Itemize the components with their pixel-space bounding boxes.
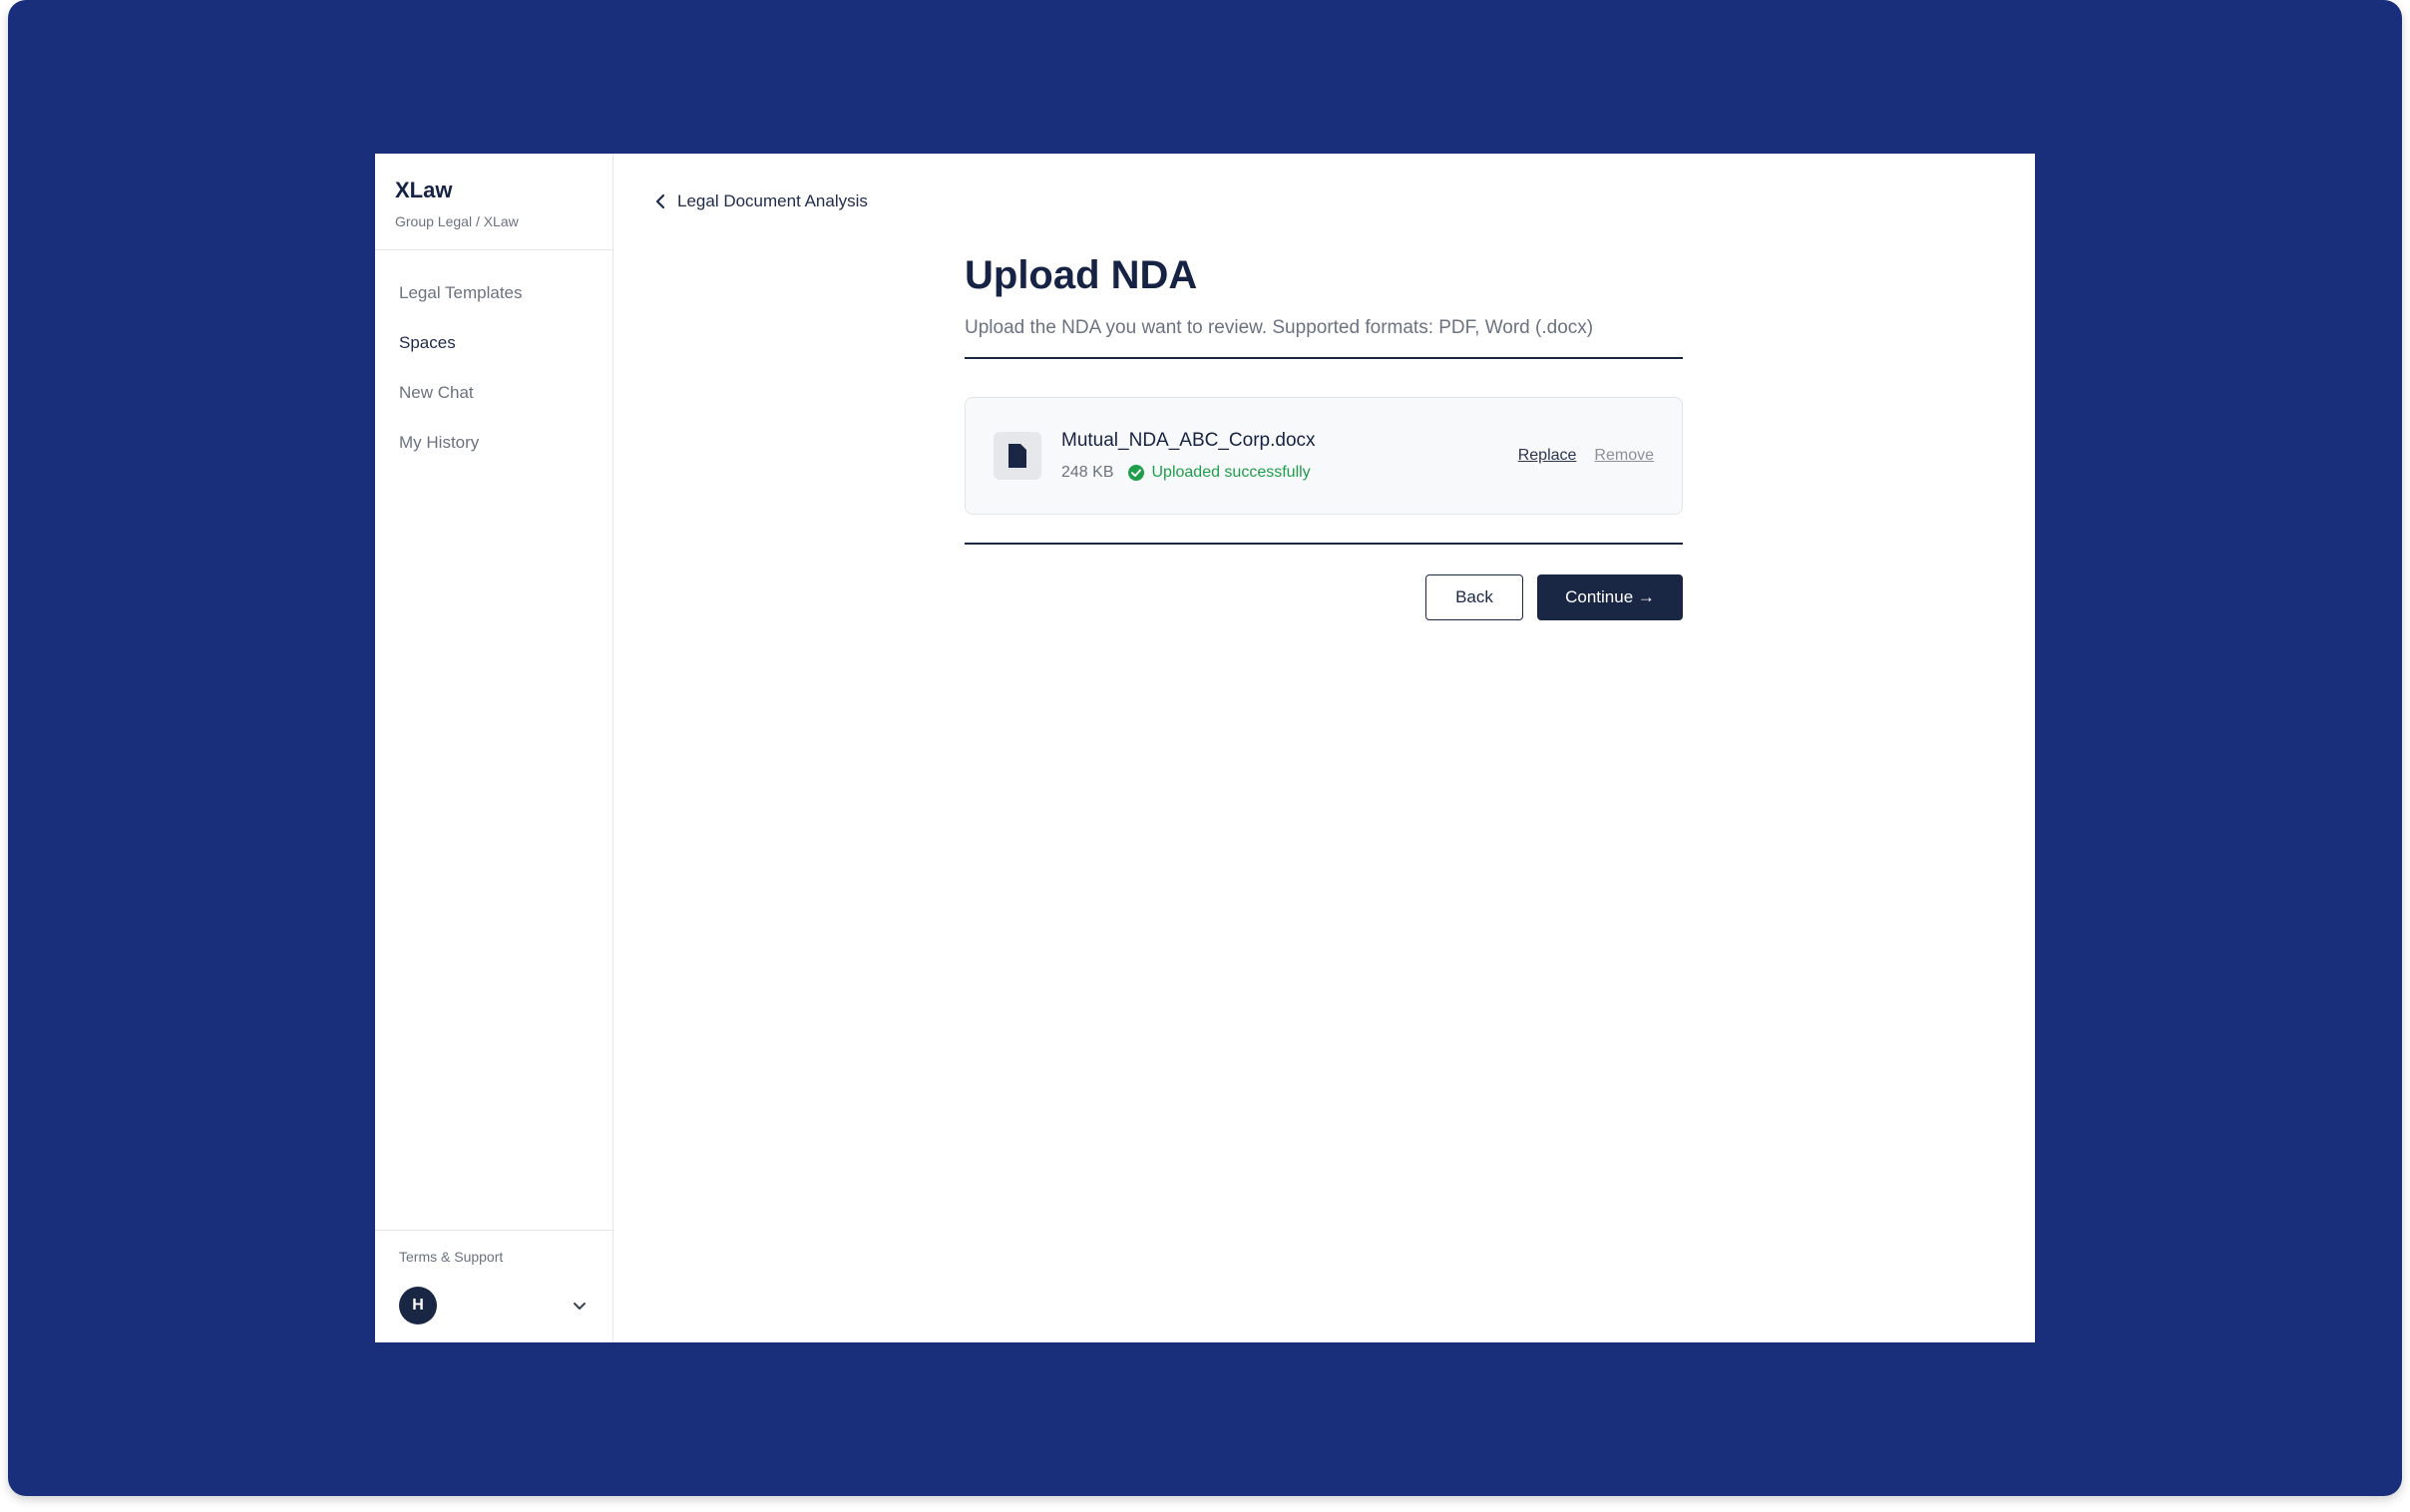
user-menu[interactable]: H (399, 1287, 589, 1324)
upload-status: Uploaded successfully (1127, 464, 1311, 482)
app-window: XLaw Group Legal / XLaw Legal Templates … (375, 154, 2035, 1342)
upload-status-text: Uploaded successfully (1151, 464, 1311, 481)
continue-button[interactable]: Continue → (1537, 574, 1683, 620)
file-actions: Replace Remove (1518, 447, 1654, 465)
file-info: Mutual_NDA_ABC_Corp.docx 248 KB Uploaded… (1061, 430, 1518, 482)
replace-link[interactable]: Replace (1518, 447, 1577, 465)
divider (965, 543, 1683, 545)
chevron-down-icon[interactable] (571, 1297, 589, 1315)
page-title: Upload NDA (965, 253, 1198, 297)
uploaded-file-card: Mutual_NDA_ABC_Corp.docx 248 KB Uploaded… (965, 397, 1683, 515)
page-description: Upload the NDA you want to review. Suppo… (965, 317, 1594, 338)
app-name: XLaw (395, 178, 453, 202)
sidebar: XLaw Group Legal / XLaw Legal Templates … (375, 154, 613, 1342)
sidebar-item-new-chat[interactable]: New Chat (375, 368, 612, 418)
file-meta: 248 KB Uploaded successfully (1061, 464, 1518, 482)
divider (965, 357, 1683, 359)
file-name: Mutual_NDA_ABC_Corp.docx (1061, 430, 1316, 451)
sidebar-item-legal-templates[interactable]: Legal Templates (375, 268, 612, 318)
back-button[interactable]: Back (1425, 574, 1523, 620)
sidebar-item-spaces[interactable]: Spaces (375, 318, 612, 368)
upload-panel: Upload NDA Upload the NDA you want to re… (965, 249, 1683, 620)
chevron-left-icon (655, 193, 665, 209)
sidebar-item-my-history[interactable]: My History (375, 418, 612, 468)
remove-link[interactable]: Remove (1594, 447, 1654, 465)
breadcrumb-label: Legal Document Analysis (677, 191, 868, 210)
sidebar-footer: Terms & Support H (375, 1230, 612, 1342)
form-actions: Back Continue → (965, 574, 1683, 620)
document-icon (994, 432, 1041, 480)
terms-support-link[interactable]: Terms & Support (399, 1249, 589, 1265)
sidebar-nav: Legal Templates Spaces New Chat My Histo… (375, 250, 612, 1230)
file-size: 248 KB (1061, 464, 1114, 481)
main-content: Legal Document Analysis Upload NDA Uploa… (613, 154, 2035, 1342)
check-circle-icon (1128, 465, 1145, 481)
avatar[interactable]: H (399, 1287, 437, 1324)
breadcrumb-back-link[interactable]: Legal Document Analysis (653, 191, 868, 211)
brand-header: XLaw Group Legal / XLaw (375, 154, 612, 250)
org-path: Group Legal / XLaw (395, 213, 519, 229)
